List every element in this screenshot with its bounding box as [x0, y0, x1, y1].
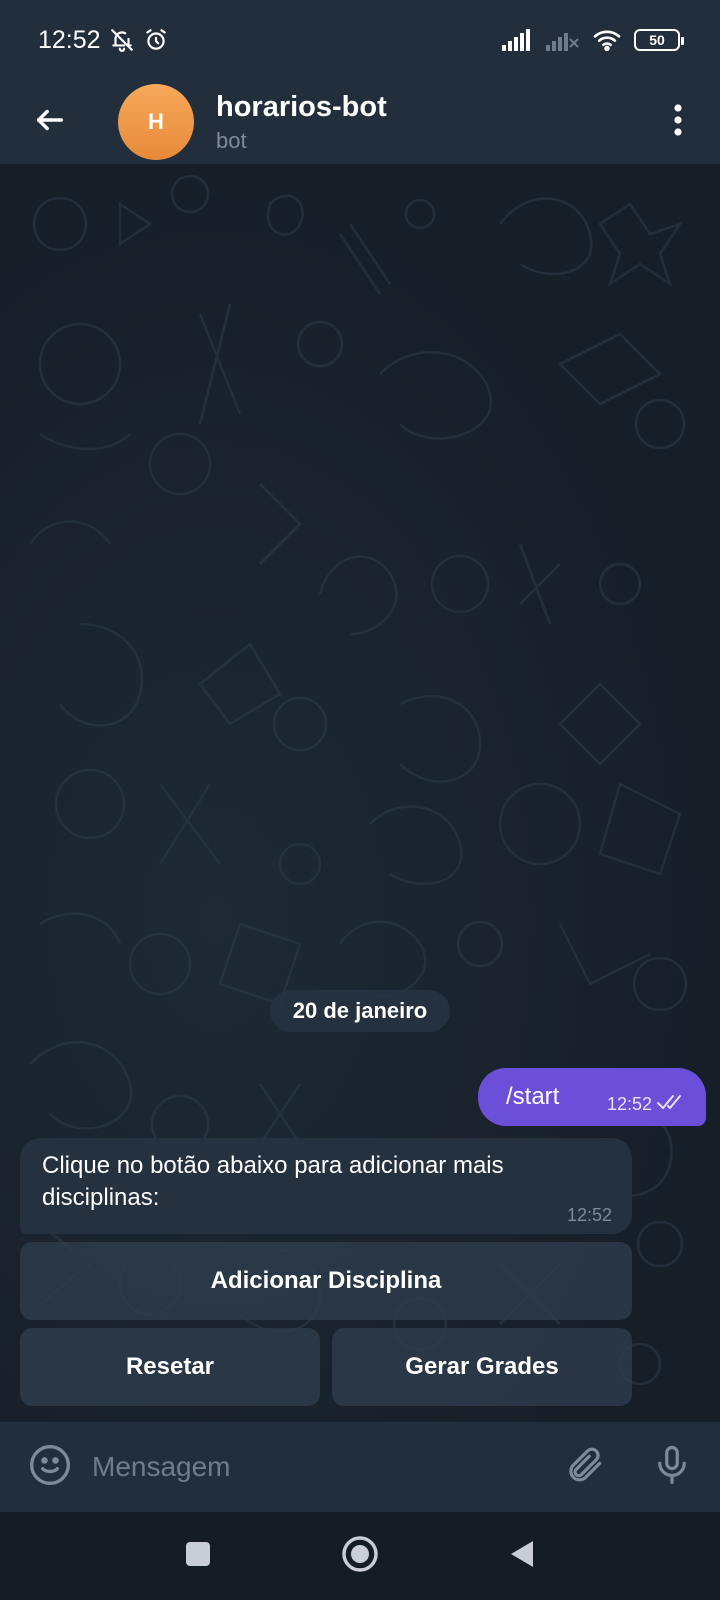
header-text[interactable]: horarios-bot bot [216, 91, 387, 154]
avatar-letter: H [148, 109, 164, 134]
date-chip-label: 20 de janeiro [292, 998, 428, 1023]
battery-level: 50 [649, 32, 665, 48]
reset-button[interactable]: Resetar [20, 1328, 320, 1406]
reset-label: Resetar [125, 1353, 215, 1380]
chat-subtitle: bot [216, 127, 247, 153]
microphone-icon [651, 1444, 693, 1491]
incoming-message[interactable]: Clique no botão abaixo para adicionar ma… [20, 1138, 632, 1234]
outgoing-message-meta: 12:52 [607, 1080, 686, 1115]
more-menu-button[interactable] [658, 90, 698, 154]
emoji-button[interactable] [20, 1437, 80, 1497]
battery-icon: 50 [634, 29, 684, 51]
chat-header: H horarios-bot bot [0, 80, 720, 164]
back-nav-button[interactable] [497, 1531, 547, 1581]
double-check-icon [656, 1094, 686, 1115]
alarm-icon [143, 27, 169, 53]
status-bar: 12:52 50 [0, 0, 720, 80]
system-nav-bar [0, 1512, 720, 1600]
bell-off-icon [109, 27, 135, 53]
outgoing-message[interactable]: /start 12:52 [478, 1068, 706, 1126]
attach-button[interactable] [554, 1437, 614, 1497]
home-button[interactable] [335, 1531, 385, 1581]
triangle-back-icon [509, 1539, 535, 1574]
date-chip: 20 de janeiro [270, 990, 450, 1032]
home-circle-icon [341, 1535, 379, 1578]
incoming-message-text: Clique no botão abaixo para adicionar ma… [42, 1152, 504, 1211]
generate-schedules-button[interactable]: Gerar Grades [332, 1328, 632, 1406]
status-time: 12:52 [38, 25, 101, 54]
message-input-bar [0, 1422, 720, 1512]
generate-schedules-label: Gerar Grades [405, 1353, 559, 1380]
square-icon [185, 1541, 211, 1572]
chat-title: horarios-bot [216, 90, 387, 123]
paperclip-icon [563, 1444, 605, 1491]
status-right: 50 [502, 28, 684, 52]
more-vertical-icon [673, 103, 683, 142]
arrow-left-icon [33, 103, 67, 142]
recent-apps-button[interactable] [173, 1531, 223, 1581]
signal-no-service-icon [546, 29, 580, 51]
add-subject-button[interactable]: Adicionar Disciplina [20, 1242, 632, 1320]
status-left: 12:52 [38, 26, 169, 55]
outgoing-message-time: 12:52 [606, 1093, 652, 1114]
incoming-message-time: 12:52 [566, 1205, 612, 1225]
wifi-icon [592, 28, 622, 52]
outgoing-message-text: /start [506, 1083, 560, 1110]
emoji-icon [28, 1443, 72, 1492]
avatar[interactable]: H [118, 84, 194, 160]
back-button[interactable] [18, 90, 82, 154]
signal-icon [502, 29, 534, 51]
voice-message-button[interactable] [642, 1437, 702, 1497]
message-input[interactable] [92, 1437, 532, 1497]
add-subject-label: Adicionar Disciplina [210, 1267, 442, 1294]
chat-area[interactable]: 20 de janeiro /start 12:52 Clique no bot… [0, 164, 720, 1422]
